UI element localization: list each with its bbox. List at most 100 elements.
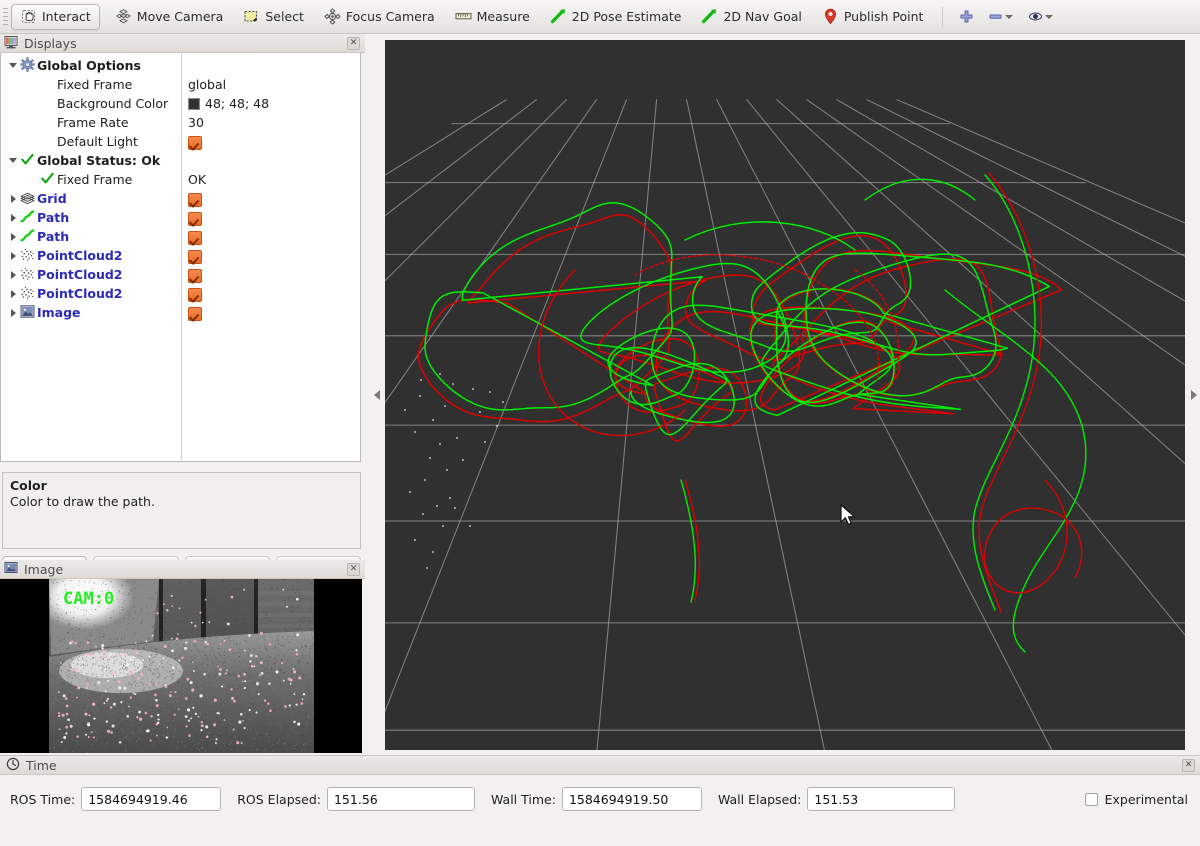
displays-close-button[interactable]: ✕ bbox=[347, 37, 360, 50]
color-swatch[interactable] bbox=[188, 97, 200, 110]
focus-camera-icon bbox=[324, 8, 341, 25]
tree-row-value[interactable] bbox=[188, 246, 202, 265]
check-icon bbox=[20, 151, 37, 170]
tree-row-value[interactable]: 48; 48; 48 bbox=[188, 94, 269, 113]
tool-move-camera[interactable]: Move Camera bbox=[106, 4, 233, 30]
displays-icon bbox=[4, 35, 18, 52]
tree-expand-arrow[interactable] bbox=[7, 303, 20, 322]
enable-checkbox[interactable] bbox=[188, 192, 202, 207]
tool-focus-camera[interactable]: Focus Camera bbox=[315, 4, 444, 30]
image-panel-title: Image ✕ bbox=[0, 560, 365, 579]
tool-interact[interactable]: Interact bbox=[11, 3, 100, 30]
render-view-3d[interactable] bbox=[385, 40, 1185, 750]
enable-checkbox[interactable] bbox=[188, 287, 202, 302]
time-panel-close-button[interactable]: ✕ bbox=[1182, 759, 1195, 772]
tool-publish-point[interactable]: Publish Point bbox=[813, 4, 933, 30]
experimental-checkbox[interactable] bbox=[1084, 792, 1098, 806]
tree-expand-arrow[interactable] bbox=[7, 284, 20, 303]
time-field-value[interactable]: 1584694919.46 bbox=[81, 787, 222, 811]
view-tool-dropdown-icon[interactable] bbox=[1044, 8, 1055, 25]
camera-overlay-label: CAM:0 bbox=[63, 589, 115, 609]
value-text: global bbox=[188, 77, 227, 92]
tool-select[interactable]: Select bbox=[234, 4, 313, 30]
time-panel-title: Time ✕ bbox=[0, 755, 1200, 775]
time-field-label: ROS Time: bbox=[10, 791, 76, 807]
tree-row[interactable]: Default Light bbox=[1, 132, 360, 151]
tree-row[interactable]: Frame Rate 30 bbox=[1, 113, 360, 132]
tree-row[interactable]: Grid bbox=[1, 189, 360, 208]
enable-checkbox[interactable] bbox=[188, 135, 202, 150]
remove-tool-dropdown-icon[interactable] bbox=[1004, 8, 1015, 25]
time-field-value[interactable]: 1584694919.50 bbox=[561, 787, 702, 811]
enable-checkbox[interactable] bbox=[188, 249, 202, 264]
tool-2d-pose-estimate[interactable]: 2D Pose Estimate bbox=[541, 4, 691, 30]
tree-expand-arrow bbox=[27, 75, 40, 94]
tree-expand-arrow bbox=[27, 113, 40, 132]
image-panel-title-text: Image bbox=[24, 561, 64, 577]
tree-icon-placeholder bbox=[40, 94, 57, 113]
tree-row-value[interactable] bbox=[188, 265, 202, 284]
time-field-value[interactable]: 151.56 bbox=[326, 787, 475, 811]
tree-row-value[interactable] bbox=[188, 303, 202, 322]
tree-row[interactable]: Global Options bbox=[1, 56, 360, 75]
tool-measure[interactable]: Measure bbox=[446, 4, 539, 30]
displays-tree[interactable]: Global Options Fixed Frame global Backgroun… bbox=[0, 53, 361, 462]
tree-expand-arrow[interactable] bbox=[7, 189, 20, 208]
remove-tool-button[interactable] bbox=[984, 4, 1018, 30]
tree-expand-arrow[interactable] bbox=[7, 151, 20, 170]
image-panel: Image ✕ CAM:0 bbox=[0, 560, 365, 753]
tree-row[interactable]: Fixed Frame global bbox=[1, 75, 360, 94]
pointcloud-icon bbox=[20, 284, 37, 303]
tool-2d-nav-goal[interactable]: 2D Nav Goal bbox=[692, 4, 810, 30]
green-arrow-icon bbox=[550, 8, 567, 25]
image-icon bbox=[20, 303, 37, 322]
tree-row[interactable]: PointCloud2 bbox=[1, 246, 360, 265]
tool-label: Measure bbox=[476, 9, 530, 24]
tree-row[interactable]: Fixed Frame OK bbox=[1, 170, 360, 189]
tree-row[interactable]: PointCloud2 bbox=[1, 284, 360, 303]
green-arrow-icon bbox=[701, 8, 718, 25]
tree-row-value[interactable] bbox=[188, 189, 202, 208]
time-field-value[interactable]: 151.53 bbox=[807, 787, 956, 811]
tree-row[interactable]: Image bbox=[1, 303, 360, 322]
enable-checkbox[interactable] bbox=[188, 306, 202, 321]
tree-expand-arrow bbox=[27, 94, 40, 113]
enable-checkbox[interactable] bbox=[188, 211, 202, 226]
tree-expand-arrow[interactable] bbox=[7, 208, 20, 227]
tree-row[interactable]: Global Status: Ok bbox=[1, 151, 360, 170]
add-tool-button[interactable] bbox=[955, 4, 978, 30]
tree-expand-arrow[interactable] bbox=[7, 56, 20, 75]
tree-expand-arrow[interactable] bbox=[7, 227, 20, 246]
enable-checkbox[interactable] bbox=[188, 230, 202, 245]
tree-row-value[interactable]: global bbox=[188, 75, 226, 94]
right-splitter-handle[interactable] bbox=[1187, 40, 1200, 750]
left-splitter-handle[interactable] bbox=[372, 40, 383, 750]
toolbar-drag-handle[interactable] bbox=[0, 5, 10, 29]
tree-row-label: PointCloud2 bbox=[37, 248, 123, 263]
tree-row[interactable]: Path bbox=[1, 227, 360, 246]
tree-row-label: Image bbox=[37, 305, 81, 320]
scene-svg bbox=[385, 99, 1185, 750]
enable-checkbox[interactable] bbox=[188, 268, 202, 283]
tree-row-label: Path bbox=[37, 210, 70, 225]
tree-expand-arrow[interactable] bbox=[7, 246, 20, 265]
camera-image-view[interactable]: CAM:0 bbox=[0, 579, 362, 753]
image-panel-close-button[interactable]: ✕ bbox=[347, 563, 360, 576]
tree-icon-placeholder bbox=[40, 132, 57, 151]
tool-label: Publish Point bbox=[843, 9, 924, 24]
tree-row-value[interactable]: OK bbox=[188, 170, 206, 189]
tool-label: Focus Camera bbox=[345, 9, 435, 24]
tree-row[interactable]: Background Color 48; 48; 48 bbox=[1, 94, 360, 113]
view-tool-button[interactable] bbox=[1024, 4, 1058, 30]
tree-row[interactable]: Path bbox=[1, 208, 360, 227]
tree-row-value[interactable]: 30 bbox=[188, 113, 204, 132]
tree-row-value[interactable] bbox=[188, 284, 202, 303]
tree-row-value[interactable] bbox=[188, 208, 202, 227]
tree-row-value[interactable] bbox=[188, 227, 202, 246]
experimental-label: Experimental bbox=[1104, 791, 1188, 807]
tree-expand-arrow[interactable] bbox=[7, 265, 20, 284]
tree-row[interactable]: PointCloud2 bbox=[1, 265, 360, 284]
tree-row-value[interactable] bbox=[188, 132, 202, 151]
tool-label: Move Camera bbox=[136, 9, 224, 24]
